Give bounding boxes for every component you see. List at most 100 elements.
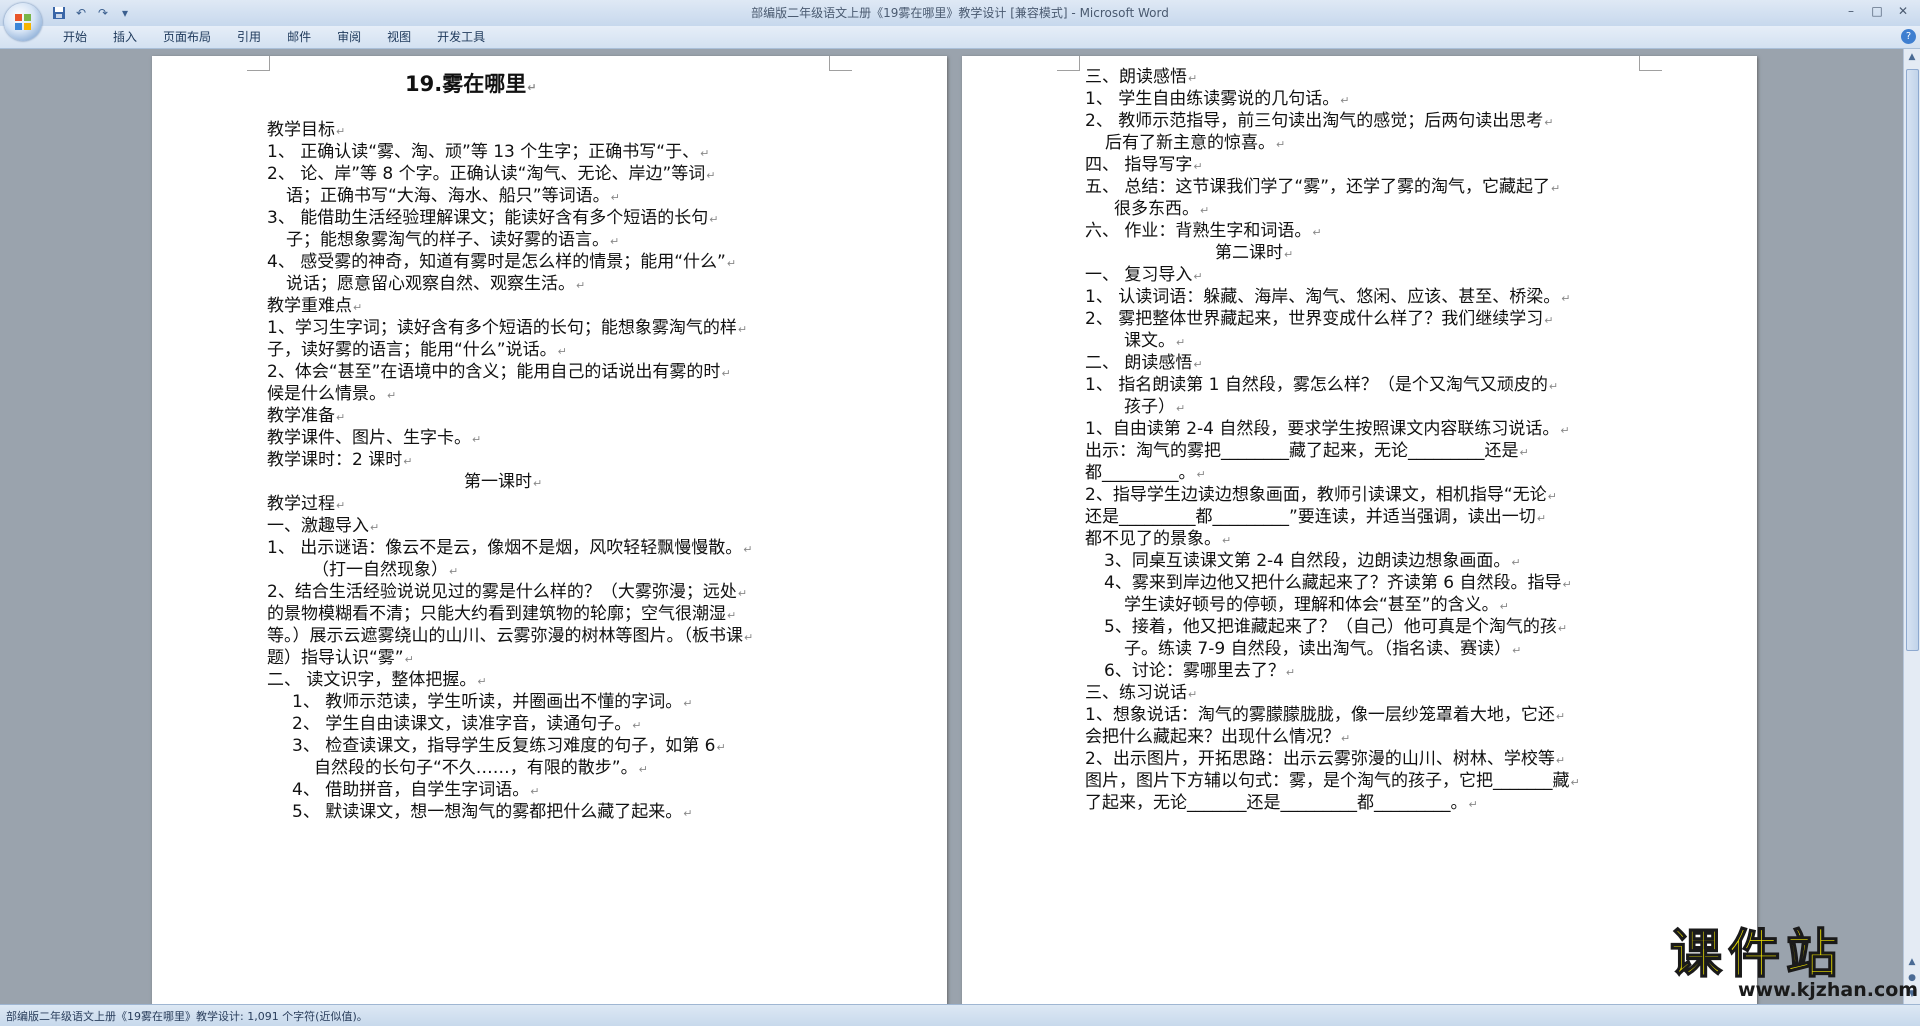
line-text: 1、学习生字词；读好含有多个短语的长句；能想象雾淘气的样	[267, 318, 737, 338]
page-2-line: 第二课时↵	[1215, 240, 1293, 266]
line-text: 六、 作业：背熟生字和词语。	[1085, 221, 1312, 241]
line-text: 1、 学生自由练读雾说的几句话。	[1085, 89, 1340, 109]
crop-mark	[247, 56, 270, 71]
paragraph-mark-icon: ↵	[1557, 622, 1568, 635]
line-text: 2、指导学生边读边想象画面，教师引读课文，相机指导“无论	[1085, 485, 1547, 505]
line-text: 候是什么情景。	[267, 384, 386, 404]
maximize-button[interactable]: □	[1864, 2, 1890, 20]
line-text: 一、激趣导入	[267, 516, 369, 536]
paragraph-mark-icon: ↵	[632, 719, 642, 732]
paragraph-mark-icon: ↵	[610, 191, 620, 204]
scroll-thumb[interactable]	[1906, 69, 1919, 651]
document-area[interactable]: 19.雾在哪里↵ 教学目标↵ 1、 正确认读“雾、淘、顽”等 13 个生字；正确书写…	[0, 49, 1904, 1004]
paragraph-mark-icon: ↵	[530, 785, 540, 798]
crop-mark	[1639, 56, 1662, 71]
line-text: 1、自由读第 2-4 自然段，要求学生按照课文内容联练习说话。	[1085, 419, 1560, 439]
office-button[interactable]	[4, 3, 42, 41]
line-text: 第二课时	[1215, 243, 1283, 263]
paragraph-mark-icon: ↵	[1176, 336, 1186, 349]
paragraph-mark-icon: ↵	[533, 477, 543, 490]
tab-developer[interactable]: 开发工具	[424, 29, 498, 45]
tab-references[interactable]: 引用	[224, 29, 274, 45]
line-text: 1、 教师示范读，学生听读，并圈画出不懂的字词。	[292, 692, 683, 712]
paragraph-mark-icon: ↵	[1511, 556, 1521, 569]
line-text: 三、朗读感悟	[1085, 67, 1187, 87]
paragraph-mark-icon: ↵	[1176, 402, 1186, 415]
tab-insert[interactable]: 插入	[100, 29, 150, 45]
watermark-logo: 课件站 www.kjzhan.com	[1669, 924, 1918, 1001]
window-controls: – □ ✕	[1838, 2, 1916, 20]
line-text: 教学过程	[267, 494, 335, 514]
paragraph-mark-icon: ↵	[1561, 292, 1571, 305]
line-text: 1、 正确认读“雾、淘、顽”等 13 个生字；正确书写“于、	[267, 142, 700, 162]
paragraph-mark-icon: ↵	[353, 301, 363, 314]
paragraph-mark-icon: ↵	[472, 433, 482, 446]
status-bar: 部编版二年级语文上册《19雾在哪里》教学设计: 1,091 个字符(近似值)。	[0, 1004, 1920, 1026]
paragraph-mark-icon: ↵	[1193, 358, 1203, 371]
line-text: 二、 朗读感悟	[1085, 353, 1193, 373]
paragraph-mark-icon: ↵	[336, 125, 346, 138]
tab-mailings[interactable]: 邮件	[274, 29, 324, 45]
line-text: 2、 教师示范指导，前三句读出淘气的感觉；后两句读出思考	[1085, 111, 1544, 131]
page-2-line: 了起来，无论_______还是_________都_________。↵	[1085, 790, 1478, 816]
paragraph-mark-icon: ↵	[1193, 270, 1203, 283]
paragraph-mark-icon: ↵	[1188, 688, 1198, 701]
line-text: 学生读好顿号的停顿，理解和体会“甚至”的含义。	[1124, 595, 1499, 615]
line-text: 课文。	[1124, 331, 1175, 351]
line-text: 自然段的长句子“不久……，有限的散步”。	[314, 758, 638, 778]
tab-review[interactable]: 审阅	[324, 29, 374, 45]
paragraph-mark-icon: ↵	[370, 521, 380, 534]
paragraph-mark-icon: ↵	[1285, 666, 1296, 679]
paragraph-mark-icon: ↵	[404, 653, 414, 666]
line-text: （打一自然现象）	[312, 560, 448, 580]
paragraph-mark-icon: ↵	[387, 389, 397, 402]
tab-view[interactable]: 视图	[374, 29, 424, 45]
line-text: 四、 指导写字	[1085, 155, 1193, 175]
line-text: 1、想象说话：淘气的雾朦朦胧胧，像一层纱笼罩着大地，它还	[1085, 705, 1555, 725]
line-text: 4、雾来到岸边他又把什么藏起来了？齐读第 6 自然段。指导	[1104, 573, 1562, 593]
paragraph-mark-icon: ↵	[1200, 204, 1210, 217]
line-text: 图片，图片下方辅以句式：雾，是个淘气的孩子，它把_______藏	[1085, 771, 1570, 791]
paragraph-mark-icon: ↵	[336, 499, 346, 512]
paragraph-mark-icon: ↵	[706, 169, 716, 182]
tab-page-layout[interactable]: 页面布局	[150, 29, 224, 45]
scroll-up-icon[interactable]: ▲	[1906, 51, 1918, 63]
line-text: 2、体会“甚至”在语境中的含义；能用自己的话说出有雾的时	[267, 362, 721, 382]
page-2[interactable]: 三、朗读感悟 ↵ 1、 学生自由练读雾说的几句话。 ↵ 2、 教师示范指导，前三句读出淘…	[962, 56, 1757, 1004]
paragraph-mark-icon: ↵	[449, 565, 459, 578]
paragraph-mark-icon: ↵	[1276, 138, 1286, 151]
paragraph-mark-icon: ↵	[727, 609, 737, 622]
prev-page-icon[interactable]: ▲	[1906, 956, 1918, 968]
line-text: 3、 能借助生活经验理解课文；能读好含有多个短语的长句	[267, 208, 709, 228]
paragraph-mark-icon: ↵	[477, 675, 487, 688]
status-text: 部编版二年级语文上册《19雾在哪里》教学设计: 1,091 个字符(近似值)。	[6, 1010, 368, 1023]
close-button[interactable]: ✕	[1890, 2, 1916, 20]
paragraph-mark-icon: ↵	[721, 367, 731, 380]
line-text: 2、 学生自由读课文，读准字音，读通句子。	[292, 714, 632, 734]
line-text: 会把什么藏起来？出现什么情况？	[1085, 727, 1340, 747]
line-text: 4、 感受雾的神奇，知道有雾时是怎么样的情景；能用“什么”	[267, 252, 726, 272]
paragraph-mark-icon: ↵	[683, 807, 693, 820]
paragraph-mark-icon: ↵	[1562, 578, 1572, 591]
paragraph-mark-icon: ↵	[1560, 424, 1570, 437]
line-text: 教学准备	[267, 406, 335, 426]
minimize-button[interactable]: –	[1838, 2, 1864, 20]
paragraph-mark-icon: ↵	[1222, 534, 1232, 547]
line-text: 2、 论、岸”等 8 个字。正确认读“淘气、无论、岸边”等词	[267, 164, 706, 184]
vertical-scrollbar[interactable]: ▲ ▲ ● ▼	[1903, 49, 1920, 1004]
help-icon[interactable]: ?	[1901, 29, 1916, 44]
line-text: 等。）展示云遮雾绕山的山川、云雾弥漫的树林等图片。（板书课	[267, 626, 743, 646]
line-text: 子，读好雾的语言；能用“什么”说话。	[267, 340, 557, 360]
page-1[interactable]: 19.雾在哪里↵ 教学目标↵ 1、 正确认读“雾、淘、顽”等 13 个生字；正确书写…	[152, 56, 947, 1004]
line-text: 后有了新主意的惊喜。	[1105, 133, 1275, 153]
paragraph-mark-icon: ↵	[1512, 644, 1522, 657]
paragraph-mark-icon: ↵	[1284, 248, 1294, 261]
paragraph-mark-icon: ↵	[527, 81, 537, 94]
page-1-line: 5、 默读课文，想一想淘气的雾都把什么藏了起来。↵	[292, 799, 692, 825]
ribbon: 开始 插入 页面布局 引用 邮件 审阅 视图 开发工具 ?	[0, 26, 1920, 49]
line-text: 还是_________都_________”要连读，并适当强调，读出一切	[1085, 507, 1536, 527]
page-1-line: 第一课时↵	[464, 469, 542, 495]
paragraph-mark-icon: ↵	[1193, 160, 1203, 173]
line-text: 都_________。	[1085, 463, 1196, 483]
tab-home[interactable]: 开始	[50, 29, 100, 45]
